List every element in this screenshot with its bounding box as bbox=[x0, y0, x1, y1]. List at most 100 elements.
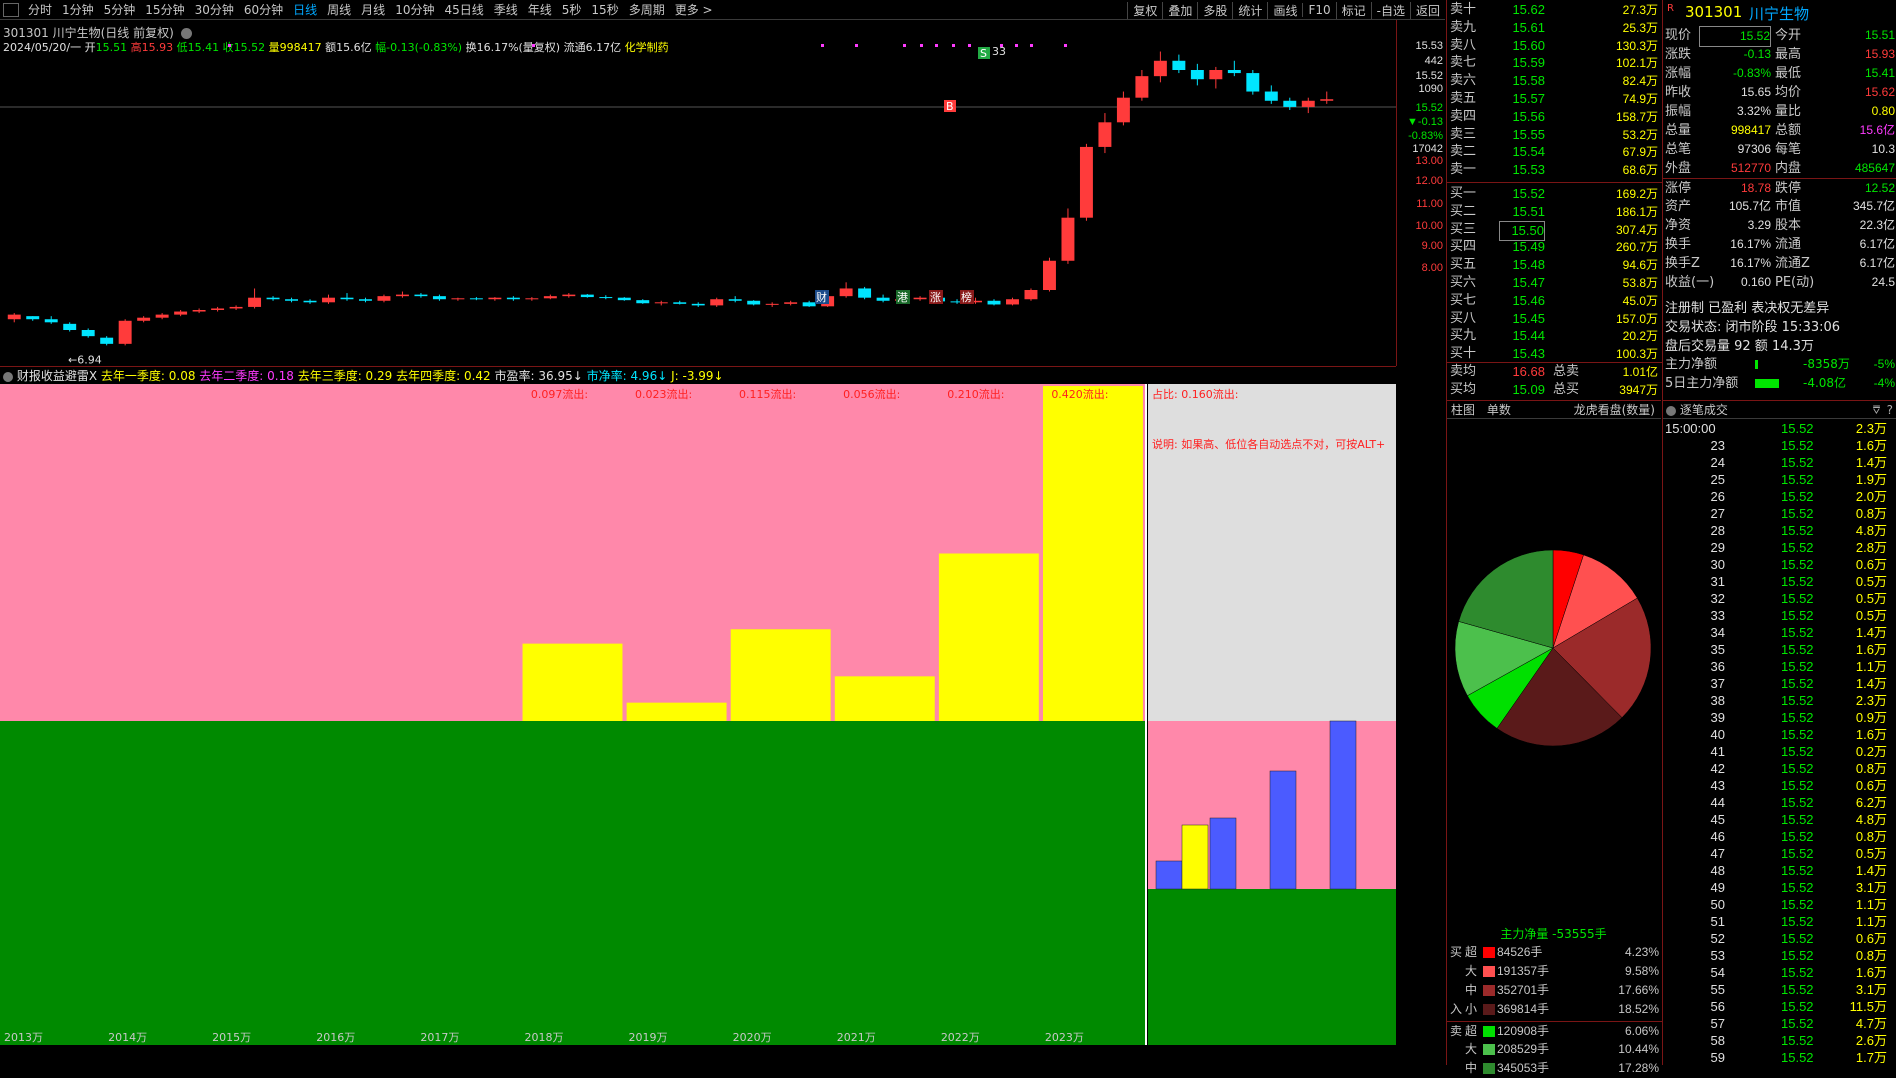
period-tab-16[interactable]: 更多 > bbox=[670, 3, 718, 17]
bid-row[interactable]: 买九 15.44 20.2万 bbox=[1447, 327, 1662, 345]
tab-bar-chart[interactable]: 柱图 bbox=[1447, 403, 1479, 417]
bid-volume: 45.0万 bbox=[1622, 293, 1658, 308]
event-badge-1[interactable]: 港 bbox=[896, 290, 910, 304]
trades-settings-icon[interactable] bbox=[1666, 405, 1676, 416]
toolbar-btn-2[interactable]: 多股 bbox=[1197, 1, 1232, 19]
candle-body bbox=[118, 320, 132, 344]
panel-toggle-icon[interactable] bbox=[3, 2, 19, 17]
bid-row[interactable]: 买四 15.49 260.7万 bbox=[1447, 238, 1662, 256]
ask-row[interactable]: 卖二 15.54 67.9万 bbox=[1447, 143, 1662, 161]
bid-volume: 169.2万 bbox=[1615, 187, 1658, 201]
main-net-volume: 主力净量 -53555手 bbox=[1500, 927, 1607, 941]
event-badge-0[interactable]: 财 bbox=[815, 290, 829, 304]
fund-side: 卖 bbox=[1450, 1024, 1463, 1038]
candle-body bbox=[377, 296, 391, 301]
fund-pct: 17.28% bbox=[1618, 1061, 1659, 1075]
fund-row: 中 345053手 17.28% bbox=[1447, 1059, 1662, 1078]
bid-row[interactable]: 买五 15.48 94.6万 bbox=[1447, 256, 1662, 274]
period-tab-7[interactable]: 周线 bbox=[322, 3, 356, 17]
ask-row[interactable]: 卖一 15.53 68.6万 bbox=[1447, 161, 1662, 179]
filter-icon[interactable]: ⩢ bbox=[1873, 401, 1880, 419]
tab-count[interactable]: 单数 bbox=[1483, 403, 1515, 417]
period-tab-4[interactable]: 30分钟 bbox=[190, 3, 239, 17]
trade-volume: 2.0万 bbox=[1855, 489, 1887, 504]
period-tab-14[interactable]: 15秒 bbox=[586, 3, 623, 17]
quote-key: 最低 bbox=[1775, 66, 1802, 81]
bid-row[interactable]: 买八 15.45 157.0万 bbox=[1447, 310, 1662, 328]
bid-row[interactable]: 买十 15.43 100.3万 bbox=[1447, 345, 1662, 363]
period-tab-1[interactable]: 1分钟 bbox=[57, 3, 99, 17]
trade-row: 46 15.52 0.8万 bbox=[1663, 828, 1896, 845]
quote-row: 资产 105.7亿 市值 345.7亿 bbox=[1663, 197, 1896, 216]
bid-row[interactable]: 买七 15.46 45.0万 bbox=[1447, 292, 1662, 310]
trade-volume: 0.6万 bbox=[1855, 778, 1887, 793]
five-day-label: 5日主力净额 bbox=[1665, 376, 1739, 391]
low-price-marker: ←6.94 bbox=[68, 353, 102, 366]
toolbar-btn-7[interactable]: -自选 bbox=[1370, 1, 1410, 19]
toolbar-btn-3[interactable]: 统计 bbox=[1232, 1, 1267, 19]
period-tab-8[interactable]: 月线 bbox=[356, 3, 390, 17]
earnings-indicator-chart[interactable]: 0.097流出: 0.023流出: 0.115流出: 0.056流出: 0.210流出:… bbox=[0, 384, 1396, 1065]
ask-row[interactable]: 卖七 15.59 102.1万 bbox=[1447, 54, 1662, 72]
ask-row[interactable]: 卖六 15.58 82.4万 bbox=[1447, 72, 1662, 90]
ask-row[interactable]: 卖九 15.61 25.3万 bbox=[1447, 19, 1662, 37]
ask-row[interactable]: 卖四 15.56 158.7万 bbox=[1447, 108, 1662, 126]
ask-row[interactable]: 卖十 15.62 27.3万 bbox=[1447, 1, 1662, 19]
period-tab-9[interactable]: 10分钟 bbox=[390, 3, 439, 17]
quote-row: 换手 16.17% 流通 6.17亿 bbox=[1663, 235, 1896, 254]
indicator-settings-icon[interactable] bbox=[3, 371, 13, 382]
order-book: 卖十 15.62 27.3万 卖九 15.61 25.3万 卖八 15.60 130.3万 卖七 1… bbox=[1446, 0, 1662, 400]
toolbar-btn-8[interactable]: 返回 bbox=[1409, 1, 1445, 19]
candle-body bbox=[44, 319, 58, 323]
ask-row[interactable]: 卖五 15.57 74.9万 bbox=[1447, 90, 1662, 108]
bid-row[interactable]: 买三 15.50 307.4万 bbox=[1447, 220, 1662, 241]
quote-value: 12.52 bbox=[1864, 181, 1895, 195]
quote-row: 昨收 15.65 均价 15.62 bbox=[1663, 83, 1896, 102]
trade-row: 34 15.52 1.4万 bbox=[1663, 624, 1896, 641]
candlestick-chart[interactable]: ←6.94 33 S B 财 港 涨 榜 bbox=[0, 20, 1396, 366]
sell-signal: S bbox=[978, 47, 990, 60]
help-icon[interactable]: ? bbox=[1887, 401, 1893, 419]
bid-row[interactable]: 买六 15.47 53.8万 bbox=[1447, 274, 1662, 292]
trade-status: 交易状态: 闭市阶段 15:33:06 bbox=[1665, 320, 1841, 335]
candle-body bbox=[432, 296, 446, 300]
toolbar-btn-5[interactable]: F10 bbox=[1302, 3, 1335, 17]
trade-price: 15.52 bbox=[1781, 1033, 1814, 1048]
r-badge-icon: R bbox=[1667, 3, 1674, 14]
trade-time: 48 bbox=[1710, 863, 1725, 878]
period-tab-2[interactable]: 5分钟 bbox=[99, 3, 141, 17]
trade-price: 15.52 bbox=[1781, 761, 1814, 776]
bid-row[interactable]: 买二 15.51 186.1万 bbox=[1447, 203, 1662, 221]
candle-body bbox=[303, 300, 317, 303]
period-tab-13[interactable]: 5秒 bbox=[557, 3, 587, 17]
toolbar-btn-0[interactable]: 复权 bbox=[1127, 1, 1162, 19]
trade-row: 40 15.52 1.6万 bbox=[1663, 726, 1896, 743]
indicator-q1: 去年一季度: 0.08 bbox=[100, 369, 196, 383]
ask-row[interactable]: 卖八 15.60 130.3万 bbox=[1447, 37, 1662, 55]
trade-time: 34 bbox=[1710, 625, 1725, 640]
year-axis-label-10: 2023万 bbox=[1045, 1031, 1084, 1044]
period-tab-11[interactable]: 季线 bbox=[489, 3, 523, 17]
event-badge-2[interactable]: 涨 bbox=[929, 290, 943, 304]
period-tab-5[interactable]: 60分钟 bbox=[239, 3, 288, 17]
year-axis-label-6: 2019万 bbox=[629, 1031, 668, 1044]
toolbar-btn-4[interactable]: 画线 bbox=[1267, 1, 1302, 19]
quote-key: 涨跌 bbox=[1665, 47, 1692, 62]
trade-price: 15.52 bbox=[1781, 523, 1814, 538]
ask-row[interactable]: 卖三 15.55 53.2万 bbox=[1447, 126, 1662, 144]
buy-total-label: 总买 bbox=[1553, 382, 1580, 397]
toolbar-btn-1[interactable]: 叠加 bbox=[1162, 1, 1197, 19]
period-tab-6[interactable]: 日线 bbox=[288, 3, 322, 17]
bid-volume: 100.3万 bbox=[1615, 347, 1658, 362]
period-tab-3[interactable]: 15分钟 bbox=[140, 3, 189, 17]
period-tab-12[interactable]: 年线 bbox=[523, 3, 557, 17]
bid-row[interactable]: 买一 15.52 169.2万 bbox=[1447, 185, 1662, 203]
period-tab-10[interactable]: 45日线 bbox=[439, 3, 488, 17]
indicator-name[interactable]: 财报收益避雷X bbox=[17, 369, 97, 383]
period-tab-0[interactable]: 分时 bbox=[23, 3, 57, 17]
toolbar-btn-6[interactable]: 标记 bbox=[1335, 1, 1371, 19]
candle-body bbox=[63, 323, 77, 330]
period-tab-15[interactable]: 多周期 bbox=[624, 3, 670, 17]
event-badge-3[interactable]: 榜 bbox=[960, 290, 974, 304]
trade-volume: 0.9万 bbox=[1855, 710, 1887, 725]
